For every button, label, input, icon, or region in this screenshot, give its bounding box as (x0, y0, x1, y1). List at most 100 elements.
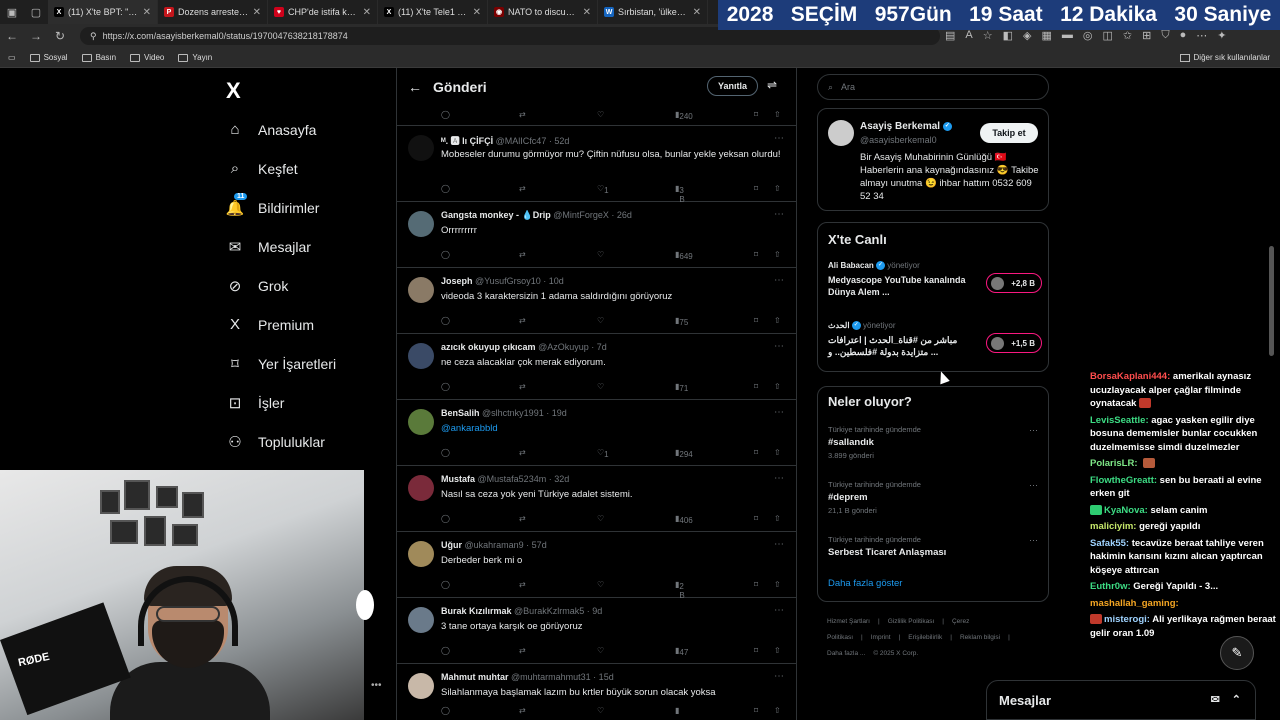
messages-drawer[interactable]: Mesajlar ✉ ⌃ (986, 680, 1256, 720)
avatar[interactable] (408, 211, 434, 237)
author-handle[interactable]: @Mustafa5234m · 32d (478, 474, 570, 484)
reply-tweet[interactable]: Uğur @ukahraman9 · 57d ⋯ Derbeder berk mi … (397, 532, 796, 600)
footer-link[interactable]: Imprint (871, 634, 891, 641)
retweet-icon[interactable]: ⇄ (519, 382, 526, 391)
page-scrollbar[interactable] (1268, 68, 1276, 720)
more-dots-icon[interactable]: ••• (371, 680, 382, 691)
retweet-icon[interactable]: ⇄ (519, 646, 526, 655)
nav-item-4[interactable]: ✉ Mesajlar (226, 227, 336, 266)
like-icon[interactable]: ♡ 1 (597, 448, 609, 459)
retweet-icon[interactable]: ⇄ (519, 448, 526, 457)
follow-button[interactable]: Takip et (980, 123, 1038, 143)
share-icon[interactable]: ⇧ (774, 316, 781, 325)
author-name[interactable]: Uğur (441, 540, 462, 550)
tab-actions-icon[interactable]: ▢ (24, 0, 48, 24)
reply-icon[interactable]: ◯ (441, 448, 450, 457)
views-count[interactable]: ▮ (675, 706, 679, 715)
chat-username[interactable]: KyaNova: (1104, 505, 1148, 516)
profile-name[interactable]: Asayiş Berkemal ✓ (860, 121, 952, 132)
more-options-icon[interactable]: ⋯ (774, 407, 784, 418)
other-bookmarks[interactable]: Diğer sık kullanılanlar (1179, 53, 1270, 62)
bookmark-folder[interactable]: Sosyal (29, 53, 68, 62)
share-icon[interactable]: ⇧ (774, 580, 781, 589)
footer-link[interactable]: Erişilebilirlik (908, 634, 942, 641)
tab-close-icon[interactable]: ✕ (693, 7, 701, 18)
scrollbar-thumb[interactable] (1269, 246, 1274, 356)
more-options-icon[interactable]: ⋯ (1029, 480, 1038, 491)
trend-item[interactable]: Türkiye tarihinde gündemde Serbest Ticare… (828, 535, 1042, 561)
trend-item[interactable]: Türkiye tarihinde gündemde #deprem 21,1 B … (828, 480, 1042, 515)
avatar[interactable] (408, 409, 434, 435)
author-handle[interactable]: @YusufGrsoy10 · 10d (475, 276, 564, 286)
nav-item-9[interactable]: ⚇ Topluluklar (226, 422, 336, 461)
reply-icon[interactable]: ◯ (441, 184, 450, 193)
like-icon[interactable]: ♡ (597, 706, 604, 715)
reply-icon[interactable]: ◯ (441, 382, 450, 391)
back-icon[interactable]: ← (0, 29, 24, 43)
chat-username[interactable]: misterogi: (1104, 614, 1150, 625)
more-options-icon[interactable]: ⋯ (774, 341, 784, 352)
browser-tab[interactable]: W Sırbistan, 'ülkenin ... ✕ (598, 0, 708, 24)
bookmark-folder[interactable]: Yayın (178, 53, 212, 62)
retweet-icon[interactable]: ⇄ (519, 706, 526, 715)
reply-icon[interactable]: ◯ (441, 514, 450, 523)
more-options-icon[interactable]: ⋯ (774, 275, 784, 286)
bookmark-icon[interactable]: ⌑ (754, 184, 758, 193)
more-options-icon[interactable]: ⋯ (1029, 535, 1038, 546)
author-name[interactable]: Joseph (441, 276, 473, 286)
share-icon[interactable]: ⇧ (774, 250, 781, 259)
menu-dots-icon[interactable]: ⋯ (1196, 29, 1207, 42)
author-handle[interactable]: @ukahraman9 · 57d (465, 540, 547, 550)
share-icon[interactable]: ⇧ (774, 382, 781, 391)
more-options-icon[interactable]: ⋯ (774, 605, 784, 616)
browser-tab[interactable]: ◉ NATO to discuss R... ✕ (488, 0, 598, 24)
nav-item-6[interactable]: X Premium (226, 305, 336, 344)
chat-username[interactable]: Euthr0w: (1090, 581, 1131, 592)
live-broadcast-item[interactable]: Ali Babacan ✓ yönetiyor Medyascope YouTub… (828, 261, 1042, 298)
chat-username[interactable]: maliciyim: (1090, 521, 1136, 532)
reply-icon[interactable]: ◯ (441, 316, 450, 325)
footer-link[interactable]: Hizmet Şartları (827, 618, 870, 625)
avatar[interactable] (408, 541, 434, 567)
trend-item[interactable]: Türkiye tarihinde gündemde #sallandık 3.89… (828, 425, 1042, 460)
author-handle[interactable]: @MAlICfc47 · 52d (496, 136, 570, 146)
chat-username[interactable]: Safak55: (1090, 538, 1129, 549)
share-icon[interactable]: ⇧ (774, 448, 781, 457)
profile-avatar-icon[interactable]: ● (1180, 29, 1187, 42)
listener-count-pill[interactable]: +1,5 B (986, 333, 1042, 353)
retweet-icon[interactable]: ⇄ (519, 580, 526, 589)
tab-close-icon[interactable]: ✕ (583, 7, 591, 18)
reply-tweet[interactable]: BenSalih @slhctnky1991 · 19d ⋯ @ankarabbld… (397, 400, 796, 466)
more-options-icon[interactable]: ⋯ (774, 473, 784, 484)
shield-icon[interactable]: ⛉ (1161, 29, 1169, 42)
favorites-icon[interactable]: ✩ (1123, 29, 1132, 42)
share-icon[interactable]: ⇧ (774, 706, 781, 715)
bookmark-icon[interactable]: ⌑ (754, 250, 758, 259)
retweet-icon[interactable]: ⇄ (519, 184, 526, 193)
views-count[interactable]: ▮ 3 B (675, 184, 685, 204)
live-broadcast-item[interactable]: الحدث ✓ yönetiyor مباشر من #قناة_الحدث | … (828, 321, 1042, 358)
avatar[interactable] (408, 475, 434, 501)
footer-link[interactable]: Reklam bilgisi (960, 634, 1000, 641)
views-count[interactable]: ▮ 71 (675, 382, 688, 393)
extension-icon[interactable]: ▬ (1062, 29, 1073, 42)
expand-up-icon[interactable]: ⌃ (1232, 693, 1241, 706)
author-name[interactable]: azıcık okuyup çıkıcam (441, 342, 536, 352)
views-count[interactable]: ▮ 47 (675, 646, 688, 657)
author-name[interactable]: Mustafa (441, 474, 475, 484)
nav-item-7[interactable]: ⌑ Yer İşaretleri (226, 344, 336, 383)
x-logo-icon[interactable]: X (226, 78, 241, 104)
workspaces-icon[interactable]: ▣ (0, 0, 24, 24)
bookmark-icon[interactable]: ⌑ (754, 646, 758, 655)
author-name[interactable]: BenSalih (441, 408, 480, 418)
more-options-icon[interactable]: ⋯ (774, 133, 784, 144)
extension-icon[interactable]: ▦ (1042, 29, 1052, 42)
new-message-icon[interactable]: ✉ (1211, 693, 1220, 706)
views-count[interactable]: ▮ 406 (675, 514, 693, 525)
share-icon[interactable]: ⇧ (774, 184, 781, 193)
bookmark-folder[interactable]: Video (130, 53, 164, 62)
author-handle[interactable]: @BurakKzlrmak5 · 9d (514, 606, 602, 616)
show-more-link[interactable]: Daha fazla göster (828, 578, 902, 589)
bookmark-folder[interactable]: Basın (81, 53, 116, 62)
reply-tweet[interactable]: Burak Kızılırmak @BurakKzlrmak5 · 9d ⋯ 3 t… (397, 598, 796, 664)
